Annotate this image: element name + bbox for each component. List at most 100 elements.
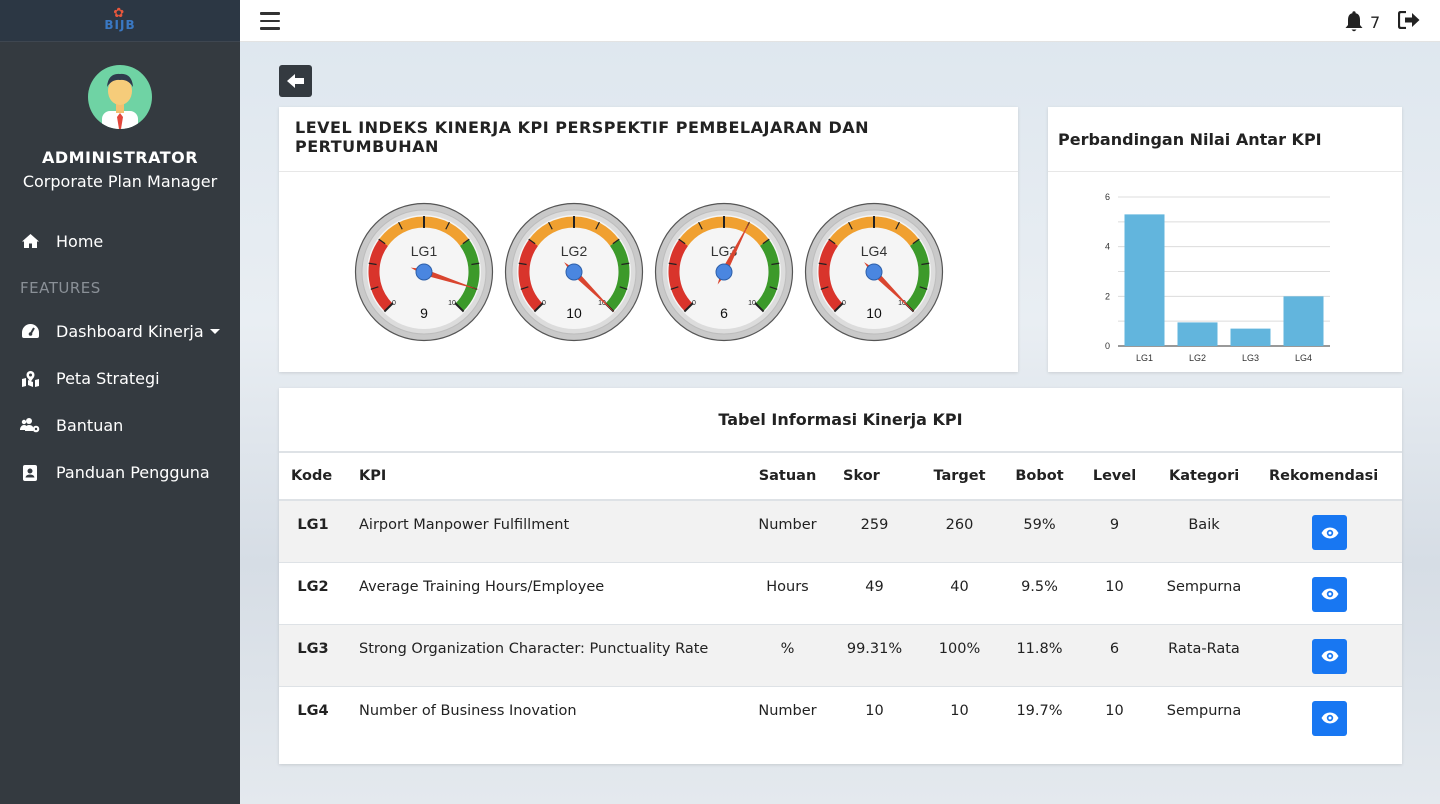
eye-icon bbox=[1321, 650, 1338, 662]
sidebar-item-home[interactable]: Home bbox=[20, 229, 103, 253]
cell-satuan: Hours bbox=[766, 578, 809, 595]
sidebar-item-peta-strategi[interactable]: Peta Strategi bbox=[20, 366, 160, 390]
cell-target: 40 bbox=[950, 578, 969, 595]
cell-target: 260 bbox=[945, 517, 974, 533]
gauge-hub bbox=[865, 263, 883, 281]
x-tick-label: LG4 bbox=[1295, 353, 1312, 363]
cell-rekomendasi bbox=[1257, 686, 1402, 748]
gauge-row: 0 10 LG1 9 0 10 LG2 10 0 10 LG3 6 0 10 LG4 10 bbox=[279, 172, 1018, 372]
cell-rekomendasi bbox=[1257, 562, 1402, 624]
sidebar-item-label: Bantuan bbox=[56, 415, 124, 435]
cell-level: 10 bbox=[1105, 578, 1124, 595]
eye-icon bbox=[1321, 527, 1338, 538]
avatar bbox=[88, 65, 152, 129]
cell-kpi: Number of Business Inovation bbox=[359, 702, 577, 719]
cell-bobot: 11.8% bbox=[1016, 640, 1063, 657]
gauge-hub bbox=[415, 263, 433, 281]
bar-lg1 bbox=[1124, 214, 1165, 346]
logo-flower-icon: ✿ bbox=[113, 5, 126, 21]
column-header: Bobot bbox=[1001, 453, 1078, 501]
cell-kpi: Average Training Hours/Employee bbox=[359, 578, 605, 595]
cell-kategori: Sempurna bbox=[1166, 578, 1242, 595]
gauge-value: 10 bbox=[566, 305, 582, 321]
kpi-table-panel: Tabel Informasi Kinerja KPI Kode KPI Sat… bbox=[279, 388, 1402, 764]
brand-logo[interactable]: ✿ BIJB bbox=[104, 6, 135, 32]
cell-rekomendasi bbox=[1257, 624, 1402, 686]
column-header: Satuan bbox=[744, 453, 831, 501]
chevron-down-icon bbox=[209, 328, 220, 334]
table-title: Tabel Informasi Kinerja KPI bbox=[279, 388, 1402, 453]
y-tick-label: 6 bbox=[1105, 192, 1110, 202]
address-card-icon bbox=[20, 463, 40, 481]
column-header: Kode bbox=[279, 453, 347, 501]
bar-lg3 bbox=[1230, 328, 1271, 346]
gauge-value: 9 bbox=[420, 305, 428, 321]
gauge-value: 10 bbox=[866, 305, 882, 321]
gauge-hub bbox=[565, 263, 583, 281]
gauge-min-label: 0 bbox=[692, 300, 696, 307]
cell-skor: 10 bbox=[865, 702, 884, 719]
map-icon bbox=[20, 369, 40, 387]
notification-bell-icon[interactable] bbox=[1344, 11, 1366, 33]
column-header: Skor bbox=[831, 453, 918, 501]
column-header: Target bbox=[918, 453, 1001, 501]
cell-kategori: Rata-Rata bbox=[1168, 640, 1240, 657]
table-row: LG2 Average Training Hours/Employee Hour… bbox=[279, 562, 1402, 624]
cell-target: 100% bbox=[938, 640, 981, 657]
x-tick-label: LG1 bbox=[1136, 353, 1153, 363]
gauge-label: LG4 bbox=[861, 243, 888, 259]
column-header: Kategori bbox=[1151, 453, 1257, 501]
x-tick-label: LG2 bbox=[1189, 353, 1206, 363]
menu-toggle-icon[interactable] bbox=[260, 12, 280, 30]
cell-rekomendasi bbox=[1257, 500, 1402, 562]
table-row: LG3 Strong Organization Character: Punct… bbox=[279, 624, 1402, 686]
y-tick-label: 2 bbox=[1105, 291, 1110, 301]
gauge-max-label: 10 bbox=[748, 300, 756, 307]
view-recommendation-button[interactable] bbox=[1312, 638, 1347, 674]
sidebar-item-bantuan[interactable]: Bantuan bbox=[20, 413, 123, 437]
cell-kode: LG2 bbox=[297, 578, 329, 595]
cell-satuan: Number bbox=[758, 702, 817, 719]
topbar: 7 bbox=[240, 0, 1440, 42]
view-recommendation-button[interactable] bbox=[1312, 515, 1347, 550]
gauge-label: LG2 bbox=[561, 243, 588, 259]
logout-icon[interactable] bbox=[1397, 10, 1422, 31]
cell-target: 10 bbox=[950, 702, 969, 719]
notification-count[interactable]: 7 bbox=[1370, 13, 1380, 32]
sidebar-item-label: Home bbox=[56, 231, 104, 251]
sidebar-item-panduan-pengguna[interactable]: Panduan Pengguna bbox=[20, 460, 210, 484]
cell-skor: 259 bbox=[860, 517, 889, 533]
gauge-lg1: 0 10 LG1 9 bbox=[354, 202, 494, 342]
y-tick-label: 0 bbox=[1105, 341, 1110, 351]
sidebar-section-label: FEATURES bbox=[20, 279, 101, 297]
cell-level: 9 bbox=[1109, 517, 1120, 533]
gauge-min-label: 0 bbox=[392, 300, 396, 307]
arrow-left-icon bbox=[286, 73, 306, 89]
tachometer-icon bbox=[20, 322, 40, 340]
gauge-min-label: 0 bbox=[842, 300, 846, 307]
cell-skor: 49 bbox=[865, 578, 884, 595]
gauge-max-label: 10 bbox=[448, 300, 456, 307]
bar-chart-title: Perbandingan Nilai Antar KPI bbox=[1048, 107, 1402, 172]
y-tick-label: 4 bbox=[1105, 242, 1110, 252]
brand-bar: ✿ BIJB bbox=[0, 0, 240, 42]
bar-chart: 0 2 4 6 LG1 LG2 LG3 LG4 bbox=[1105, 192, 1330, 363]
column-header: Level bbox=[1078, 453, 1151, 501]
view-recommendation-button[interactable] bbox=[1312, 576, 1347, 612]
cell-kode: LG4 bbox=[297, 702, 329, 719]
back-button[interactable] bbox=[279, 65, 312, 97]
gauge-panel-title: LEVEL INDEKS KINERJA KPI PERSPEKTIF PEMB… bbox=[279, 107, 1018, 172]
table-row: LG4 Number of Business Inovation Number … bbox=[279, 686, 1402, 748]
cell-skor: 99.31% bbox=[846, 640, 903, 657]
gauge-panel: LEVEL INDEKS KINERJA KPI PERSPEKTIF PEMB… bbox=[279, 107, 1018, 372]
cell-satuan: Number bbox=[758, 517, 817, 533]
cell-kpi: Airport Manpower Fulfillment bbox=[359, 517, 570, 533]
cell-satuan: % bbox=[780, 640, 795, 657]
table-row: LG1 Airport Manpower Fulfillment Number … bbox=[279, 500, 1402, 562]
sidebar-item-dashboard-kinerja[interactable]: Dashboard Kinerja bbox=[20, 319, 220, 343]
view-recommendation-button[interactable] bbox=[1312, 700, 1347, 736]
cell-bobot: 19.7% bbox=[1016, 702, 1063, 719]
cell-kode: LG3 bbox=[297, 640, 329, 657]
cell-bobot: 9.5% bbox=[1021, 578, 1058, 595]
user-role: Corporate Plan Manager bbox=[22, 172, 218, 191]
